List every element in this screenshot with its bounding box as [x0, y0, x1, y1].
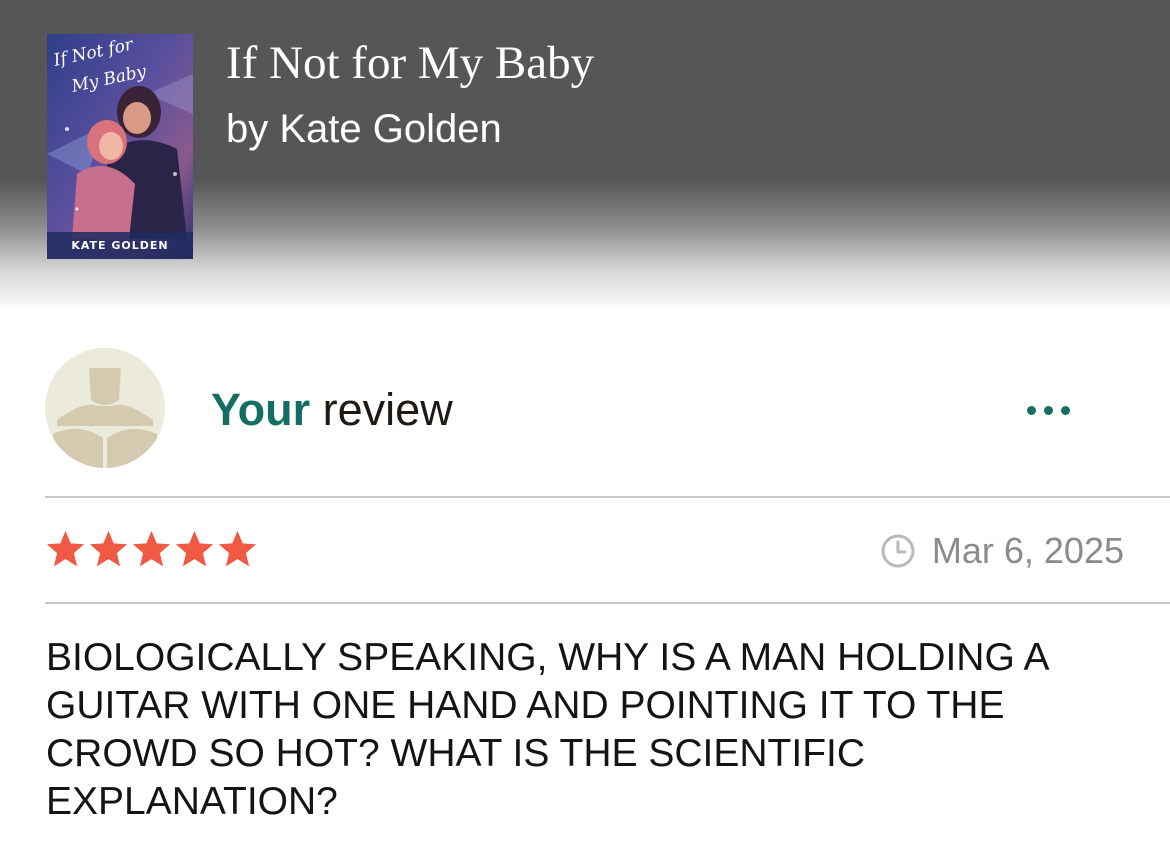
review-date: Mar 6, 2025 — [931, 530, 1124, 571]
avatar[interactable] — [45, 348, 165, 468]
cover-author-banner: KATE GOLDEN — [71, 239, 168, 252]
cover-artwork: If Not for My Baby KATE GOLDEN — [47, 34, 193, 259]
clock-icon — [881, 534, 915, 568]
review-date-group: Mar 6, 2025 — [880, 530, 1124, 572]
star-icon[interactable] — [130, 528, 173, 571]
more-options-dot — [1060, 405, 1070, 415]
reader-avatar-icon — [45, 348, 165, 468]
review-heading-rest: review — [310, 384, 453, 435]
book-title[interactable]: If Not for My Baby — [226, 36, 594, 90]
review-heading: Your review — [211, 384, 453, 436]
divider — [45, 496, 1170, 498]
star-icon[interactable] — [44, 528, 87, 571]
more-options-icon — [1026, 405, 1036, 415]
more-options-dot — [1043, 405, 1053, 415]
star-icon[interactable] — [87, 528, 130, 571]
book-header: If Not for My Baby KATE GOLDEN If Not fo… — [0, 0, 1170, 320]
divider — [45, 602, 1170, 604]
star-icon[interactable] — [173, 528, 216, 571]
review-text: BIOLOGICALLY SPEAKING, WHY IS A MAN HOLD… — [46, 636, 1048, 823]
star-icon[interactable] — [216, 528, 259, 571]
star-rating[interactable] — [44, 528, 259, 571]
book-cover-image[interactable]: If Not for My Baby KATE GOLDEN — [47, 34, 193, 259]
book-author[interactable]: by Kate Golden — [226, 106, 502, 152]
more-options-button[interactable] — [1016, 390, 1080, 430]
review-heading-your: Your — [211, 384, 311, 435]
